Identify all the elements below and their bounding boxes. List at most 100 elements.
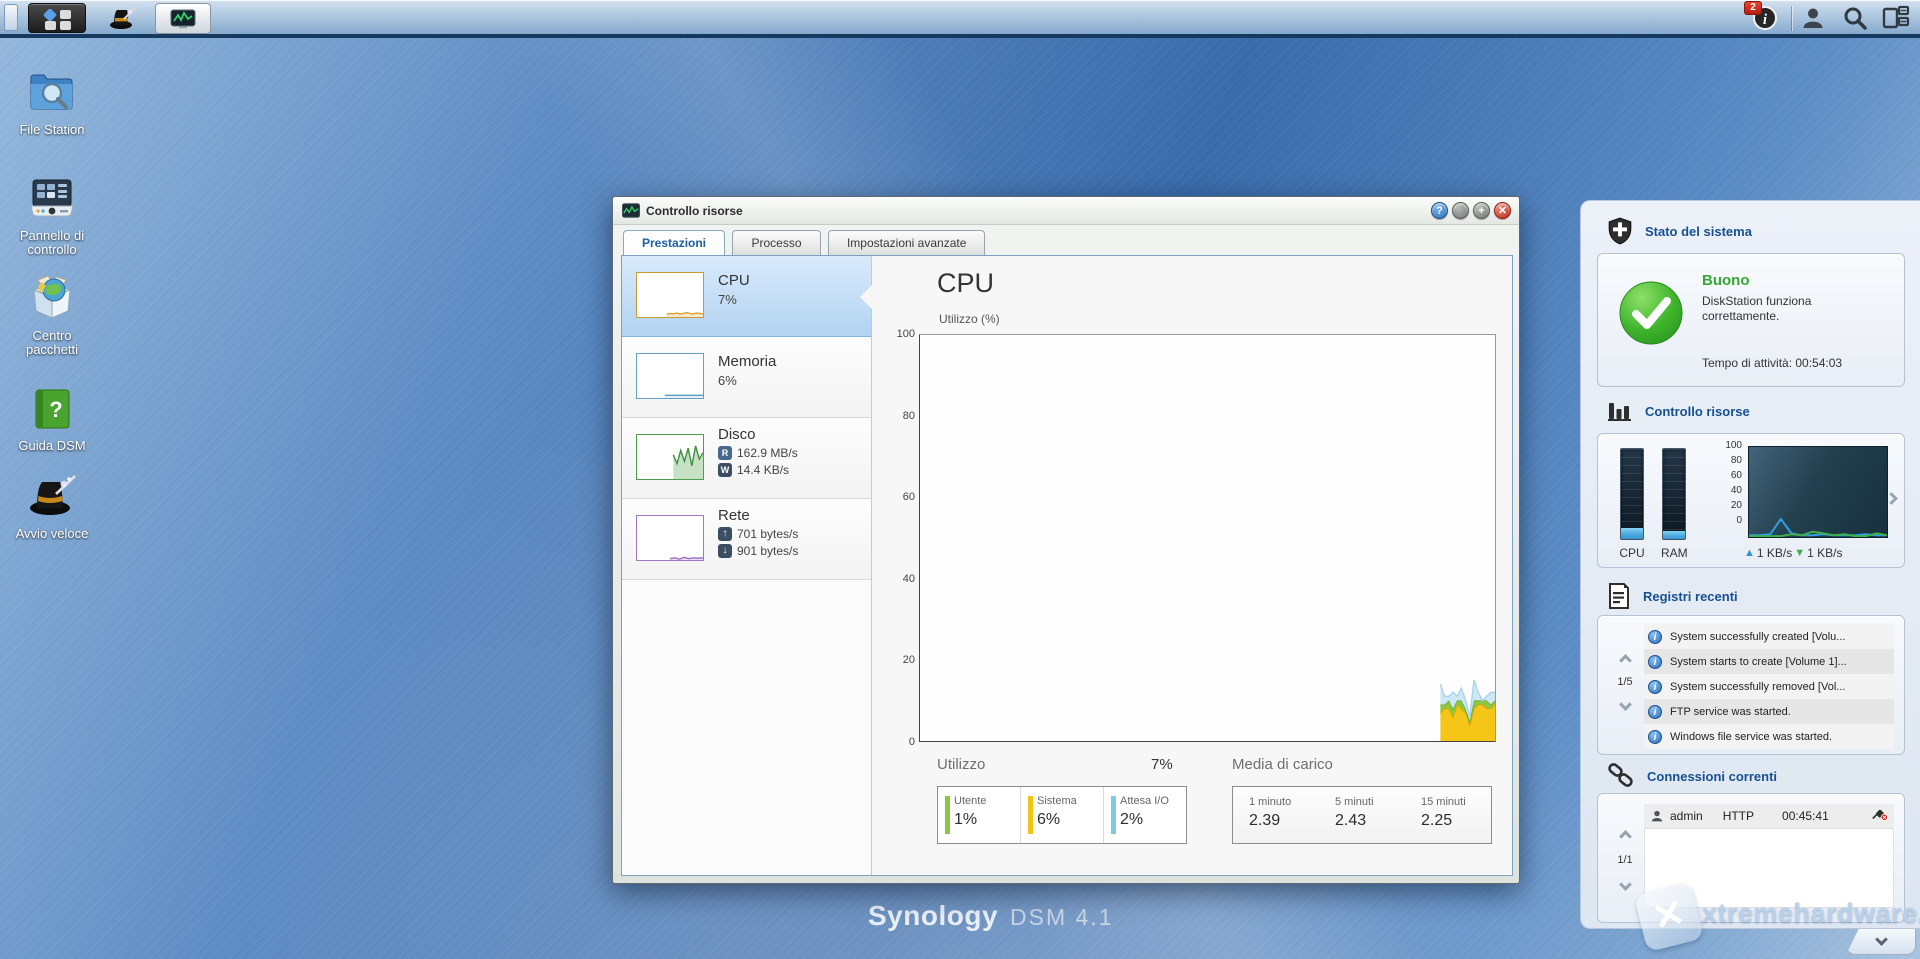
log-document-icon (1609, 583, 1629, 609)
synology-dsm-watermark: Synology DSM 4.1 (868, 900, 1114, 932)
desktop-icon-file-station[interactable]: File Station (6, 70, 98, 137)
search-button[interactable] (1842, 5, 1870, 33)
desktop-icon-label: Pannello di controllo (19, 228, 85, 257)
log-row[interactable]: i System successfully removed [Vol... (1644, 674, 1894, 699)
package-center-icon (26, 274, 78, 325)
download-arrow-icon: ↓ (718, 544, 732, 558)
cpu-gauge-fill (1621, 528, 1643, 539)
connection-time: 00:45:41 (1782, 809, 1829, 823)
connections-page-down[interactable] (1608, 876, 1642, 894)
connections-page-up[interactable] (1608, 828, 1642, 846)
recent-logs-header: Registri recenti (1607, 583, 1738, 609)
logs-page-down[interactable] (1608, 696, 1642, 714)
logs-page-up[interactable] (1608, 652, 1642, 670)
main-menu-button[interactable] (28, 3, 86, 33)
log-text: System successfully removed [Vol... (1670, 680, 1846, 693)
load-panel-label: Media di carico (1232, 756, 1333, 773)
pilot-view-button[interactable] (1882, 5, 1910, 33)
window-minimize-button[interactable] (1452, 202, 1469, 219)
file-station-icon (27, 70, 77, 119)
notifications-button[interactable]: i 2 (1744, 1, 1786, 33)
window-help-button[interactable]: ? (1431, 202, 1448, 219)
tab-prestazioni[interactable]: Prestazioni (623, 230, 726, 255)
legend-label: Utente (954, 795, 987, 807)
network-down-value: 901 bytes/s (737, 544, 799, 558)
mini-tick-80: 80 (1730, 455, 1742, 466)
network-mini-chart (1748, 446, 1888, 538)
taskbar-active-app-resource-monitor[interactable] (155, 3, 211, 34)
user-menu-button[interactable] (1800, 5, 1828, 33)
info-icon: i (1648, 704, 1662, 719)
desktop-icon-control-panel[interactable]: Pannello di controllo (6, 176, 98, 257)
system-health-header: Stato del sistema (1607, 217, 1752, 245)
desktop-icon-quick-start[interactable]: Avvio veloce (6, 472, 98, 541)
tab-processo[interactable]: Processo (732, 230, 821, 255)
disconnect-icon[interactable] (1872, 808, 1888, 824)
metric-item-memoria[interactable]: Memoria 6% (622, 337, 871, 418)
desktop-icon-label: Avvio veloce (15, 526, 89, 541)
load-label: 5 minuti (1335, 796, 1374, 808)
tab-impostazioni-avanzate[interactable]: Impostazioni avanzate (827, 230, 986, 255)
resource-monitor-window: Controllo risorse ? + ✕ Prestazioni Proc… (612, 196, 1520, 884)
legend-value: 1% (954, 811, 978, 828)
cpu-utilization-chart (919, 334, 1496, 742)
mini-tick-60: 60 (1730, 470, 1742, 481)
metric-item-disco[interactable]: Disco R 162.9 MB/s W 14.4 KB/s (622, 418, 871, 499)
window-titlebar[interactable]: Controllo risorse ? + ✕ (613, 197, 1519, 225)
desktop-icon-package-center[interactable]: Centro pacchetti (6, 274, 98, 357)
log-row[interactable]: i FTP service was started. (1644, 699, 1894, 724)
network-speed-readout: ▲ 1 KB/s ▼ 1 KB/s (1744, 546, 1843, 560)
desktop-icon-label: File Station (19, 122, 85, 137)
load-value: 2.25 (1421, 812, 1453, 829)
log-row[interactable]: i System successfully created [Volu... (1644, 624, 1894, 649)
connections-page-indicator: 1/1 (1617, 854, 1633, 866)
log-row[interactable]: i System starts to create [Volume 1]... (1644, 649, 1894, 674)
system-status: Buono (1702, 272, 1750, 289)
load-value: 2.39 (1249, 812, 1281, 829)
quick-launch-taskbar-button[interactable] (103, 3, 143, 33)
ram-gauge (1662, 448, 1686, 540)
info-icon: i (1648, 679, 1662, 694)
legend-label: Attesa I/O (1120, 795, 1169, 807)
window-maximize-button[interactable]: + (1473, 202, 1490, 219)
cpu-detail-pane: CPU Utilizzo (%) 100 80 60 40 20 0 Utili… (873, 256, 1512, 875)
chart-axis-label: Utilizzo (%) (939, 312, 1000, 326)
metric-item-rete[interactable]: Rete ↑ 701 bytes/s ↓ 901 bytes/s (622, 499, 871, 580)
legend-sistema: Sistema 6% (1020, 787, 1103, 843)
window-tabstrip: Prestazioni Processo Impostazioni avanza… (613, 225, 1519, 255)
window-title: Controllo risorse (646, 204, 743, 218)
disk-sparkline-thumbnail (636, 434, 704, 480)
metric-name: Rete (718, 507, 750, 524)
load-1min: 1 minuto 2.39 (1233, 787, 1319, 843)
log-text: FTP service was started. (1670, 705, 1791, 718)
download-arrow-icon: ▼ (1794, 547, 1806, 559)
chevron-down-icon (1874, 933, 1888, 946)
section-title: Stato del sistema (1645, 223, 1752, 239)
chart-heading: CPU (937, 268, 995, 298)
show-desktop-button[interactable] (4, 4, 18, 31)
resource-monitor-header: Controllo risorse (1607, 399, 1750, 423)
metric-value: 7% (718, 292, 737, 307)
metric-item-cpu[interactable]: CPU 7% (622, 256, 871, 337)
desktop-icon-label: Centro pacchetti (25, 328, 79, 357)
svg-text:?: ? (49, 397, 62, 422)
synology-logo-text: Synology (868, 900, 999, 931)
system-health-card: Buono DiskStation funziona correttamente… (1597, 253, 1905, 387)
log-text: Windows file service was started. (1670, 730, 1832, 743)
notification-badge: 2 (1744, 1, 1762, 15)
window-close-button[interactable]: ✕ (1494, 202, 1511, 219)
connection-row[interactable]: admin HTTP 00:45:41 (1644, 804, 1894, 828)
desktop-icon-dsm-help[interactable]: ? Guida DSM (6, 388, 98, 453)
load-15min: 15 minuti 2.25 (1405, 787, 1491, 843)
y-tick-20: 20 (902, 654, 915, 666)
desktop: i 2 File Station Pannello di controllo C… (0, 0, 1920, 959)
sistema-color-swatch (1028, 796, 1033, 834)
resource-monitor-card[interactable]: CPU RAM 100 80 60 40 20 0 ▲ 1 KB/s ▼ 1 K… (1597, 433, 1905, 568)
status-ok-icon (1618, 280, 1684, 346)
metric-list: CPU 7% Memoria 6% Disco R 162.9 MB/s W 1… (622, 256, 872, 875)
attesa-io-color-swatch (1111, 796, 1116, 834)
network-sparkline-thumbnail (636, 515, 704, 561)
load-value: 2.43 (1335, 812, 1367, 829)
sidebar-collapse-tab[interactable] (1846, 929, 1916, 955)
log-row[interactable]: i Windows file service was started. (1644, 724, 1894, 749)
